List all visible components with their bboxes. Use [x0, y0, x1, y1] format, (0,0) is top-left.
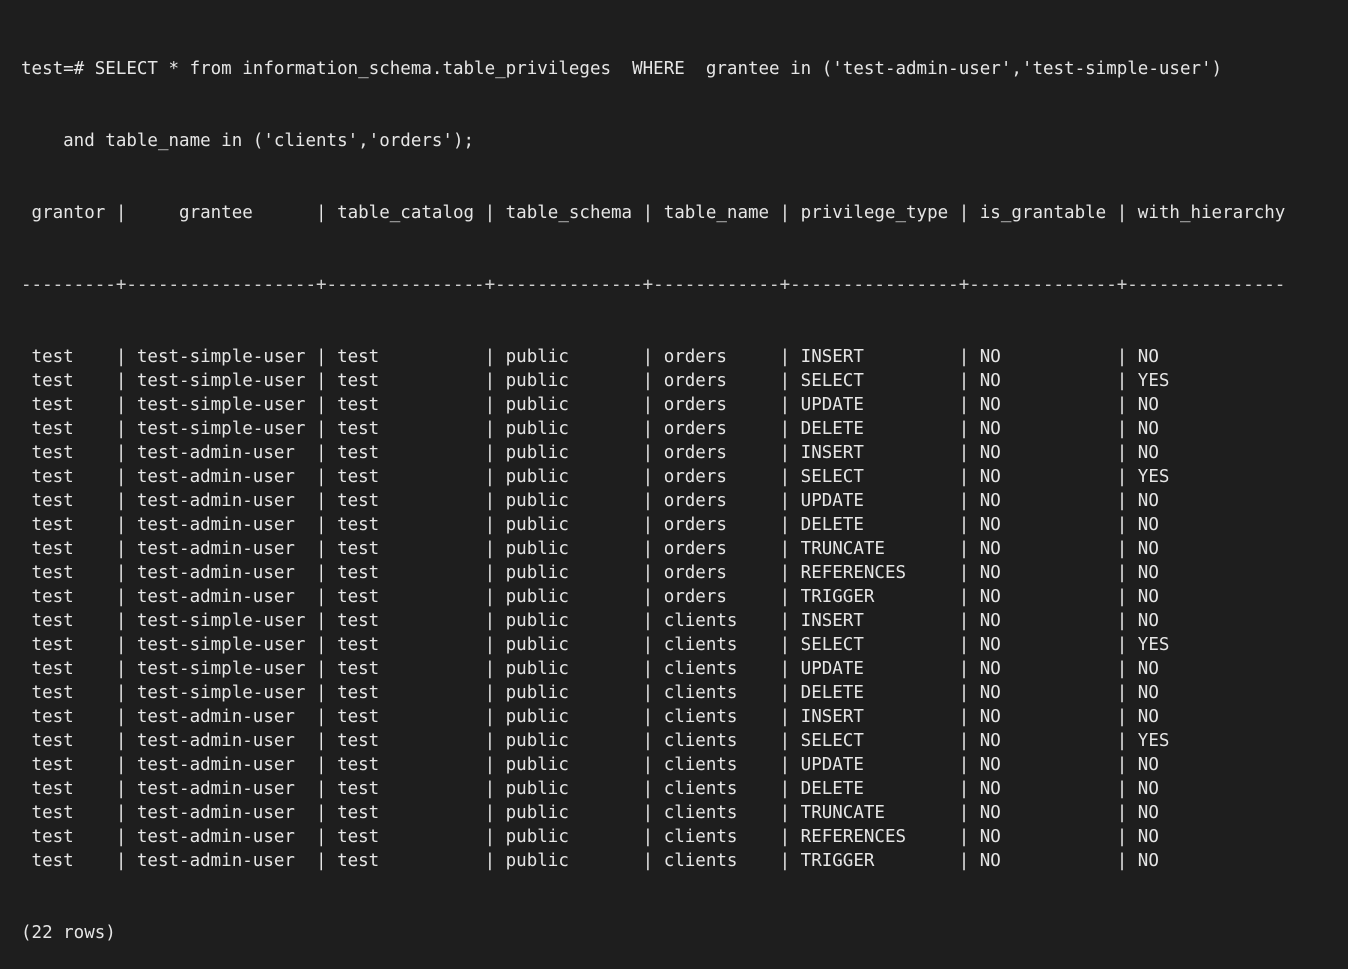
table-row: test | test-simple-user | test | public …: [21, 371, 1170, 391]
table-row: test | test-simple-user | test | public …: [21, 635, 1170, 655]
table-row: test | test-admin-user | test | public |…: [21, 443, 1159, 463]
table-header: grantor | grantee | table_catalog | tabl…: [21, 203, 1286, 223]
table-row: test | test-admin-user | test | public |…: [21, 851, 1159, 871]
table-row: test | test-admin-user | test | public |…: [21, 467, 1170, 487]
table-row: test | test-admin-user | test | public |…: [21, 779, 1159, 799]
table-row: test | test-admin-user | test | public |…: [21, 803, 1159, 823]
table-row: test | test-admin-user | test | public |…: [21, 827, 1159, 847]
table-row: test | test-simple-user | test | public …: [21, 683, 1159, 703]
table-row: test | test-admin-user | test | public |…: [21, 539, 1159, 559]
query-text-1: SELECT * from information_schema.table_p…: [84, 59, 1223, 79]
table-row: test | test-simple-user | test | public …: [21, 659, 1159, 679]
query-line-2: and table_name in ('clients','orders');: [21, 131, 475, 151]
table-row: test | test-simple-user | test | public …: [21, 347, 1159, 367]
table-row: test | test-admin-user | test | public |…: [21, 731, 1170, 751]
table-row: test | test-admin-user | test | public |…: [21, 563, 1159, 583]
query-line-1: test=# SELECT * from information_schema.…: [21, 57, 1348, 81]
table-row: test | test-admin-user | test | public |…: [21, 587, 1159, 607]
table-row: test | test-simple-user | test | public …: [21, 611, 1159, 631]
table-row: test | test-admin-user | test | public |…: [21, 707, 1159, 727]
table-row: test | test-admin-user | test | public |…: [21, 515, 1159, 535]
table-row: test | test-admin-user | test | public |…: [21, 491, 1159, 511]
table-row: test | test-simple-user | test | public …: [21, 419, 1159, 439]
result-rows: test | test-simple-user | test | public …: [21, 345, 1348, 873]
table-row: test | test-admin-user | test | public |…: [21, 755, 1159, 775]
row-count-footer: (22 rows): [21, 923, 116, 943]
terminal-output[interactable]: test=# SELECT * from information_schema.…: [21, 9, 1348, 969]
table-row: test | test-simple-user | test | public …: [21, 395, 1159, 415]
prompt: test=#: [21, 59, 85, 79]
table-divider: ---------+------------------+-----------…: [21, 275, 1286, 295]
